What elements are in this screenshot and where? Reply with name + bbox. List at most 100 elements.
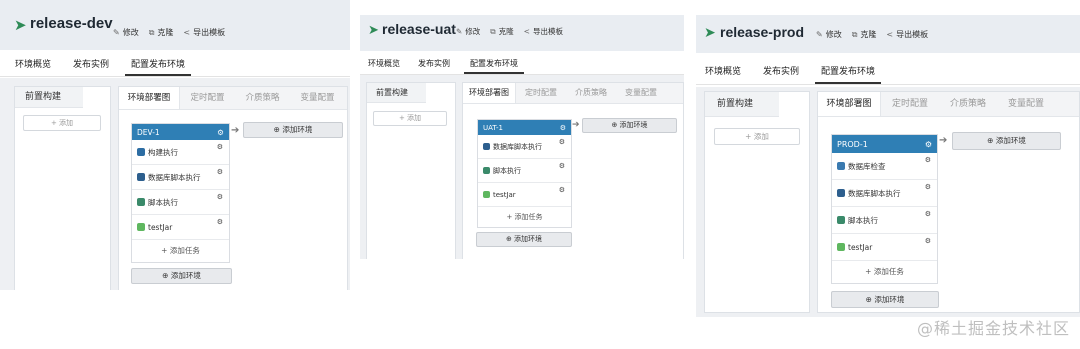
gear-icon[interactable]: ⚙ [217,168,223,176]
deploy-tabs: 环境部署图 定时配置 介质策略 变量配置 [463,83,683,104]
clone-action[interactable]: ⧉ 克隆 [852,29,877,40]
export-template-action[interactable]: < 导出模板 [183,27,225,38]
gear-icon[interactable]: ⚙ [217,143,223,151]
add-env-bottom-button[interactable]: ⊕ 添加环境 [476,232,572,247]
task-row[interactable]: 构建执行 ⚙ [132,140,229,165]
gear-icon[interactable]: ⚙ [925,237,931,245]
add-env-label: 添加环境 [874,295,905,304]
task-row[interactable]: testJar ⚙ [132,215,229,240]
add-task-button[interactable]: + 添加任务 [832,261,937,283]
clone-action[interactable]: ⧉ 克隆 [490,26,513,37]
add-env-label: 添加环境 [619,121,648,129]
task-row[interactable]: 数据库脚本执行 ⚙ [832,180,937,207]
pre-build-add-button[interactable]: + 添加 [714,128,800,145]
task-row[interactable]: testJar ⚙ [478,183,571,207]
tab-schedule[interactable]: 定时配置 [516,83,566,103]
task-label: 数据库脚本执行 [493,142,542,151]
gear-icon[interactable]: ⚙ [559,162,565,170]
gear-icon[interactable]: ⚙ [559,186,565,194]
arrow-right-icon: ➔ [939,135,948,146]
gear-icon[interactable]: ⚙ [925,210,931,218]
gear-icon[interactable]: ⚙ [925,156,931,164]
pipeline-header: ➤ release-dev ✎ 修改 ⧉ 克隆 < 导出模板 [0,0,350,50]
env-header[interactable]: UAT-1 ⚙ [478,120,571,135]
test-task-icon [137,223,145,231]
export-label: 导出模板 [532,27,563,36]
export-template-action[interactable]: < 导出模板 [524,26,563,37]
tab-config-env[interactable]: 配置发布环境 [815,60,882,84]
edit-action[interactable]: ✎ 修改 [816,29,842,40]
gear-icon[interactable]: ⚙ [217,193,223,201]
pre-build-add-button[interactable]: + 添加 [23,115,101,131]
task-row[interactable]: 数据库脚本执行 ⚙ [478,135,571,159]
tab-media-policy[interactable]: 介质策略 [235,87,290,109]
database-task-icon [837,189,845,197]
task-row[interactable]: 脚本执行 ⚙ [832,207,937,234]
add-env-bottom-button[interactable]: ⊕ 添加环境 [831,291,939,308]
pre-build-add-button[interactable]: + 添加 [373,111,447,126]
add-env-button[interactable]: ⊕ 添加环境 [243,122,343,138]
tab-schedule[interactable]: 定时配置 [180,87,235,109]
pre-build-panel: 前置构建 + 添加 [704,91,810,313]
task-row[interactable]: 数据库脚本执行 ⚙ [132,165,229,190]
database-task-icon [483,143,490,150]
export-label: 导出模板 [193,28,226,37]
gear-icon[interactable]: ⚙ [925,140,932,149]
tab-release-instance[interactable]: 发布实例 [757,60,805,84]
paper-plane-icon: ➤ [14,16,27,34]
add-env-label: 添加环境 [170,271,201,280]
header-actions: ✎ 修改 ⧉ 克隆 < 导出模板 [816,29,928,40]
export-template-action[interactable]: < 导出模板 [886,29,928,40]
tab-config-env[interactable]: 配置发布环境 [464,54,524,74]
export-label: 导出模板 [896,30,929,39]
db-check-task-icon [837,162,845,170]
clone-action[interactable]: ⧉ 克隆 [149,27,174,38]
pipeline-header: ➤ release-uat ✎ 修改 ⧉ 克隆 < 导出模板 [360,15,684,51]
add-task-button[interactable]: + 添加任务 [132,240,229,262]
gear-icon[interactable]: ⚙ [560,124,566,132]
task-row[interactable]: 脚本执行 ⚙ [478,159,571,183]
tab-variables[interactable]: 变量配置 [997,92,1055,116]
deploy-tabs: 环境部署图 定时配置 介质策略 变量配置 [119,87,347,110]
tab-media-policy[interactable]: 介质策略 [566,83,616,103]
tab-config-env[interactable]: 配置发布环境 [125,54,192,76]
add-env-label: 添加环境 [995,136,1026,145]
tab-deploy-graph[interactable]: 环境部署图 [818,92,881,116]
pre-build-title: 前置构建 [367,83,426,103]
main-nav: 环境概览 发布实例 配置发布环境 [696,60,1080,85]
clone-label: 克隆 [157,28,174,37]
edit-action[interactable]: ✎ 修改 [113,27,139,38]
tab-env-overview[interactable]: 环境概览 [9,54,57,76]
gear-icon[interactable]: ⚙ [559,138,565,146]
add-env-bottom-button[interactable]: ⊕ 添加环境 [131,268,232,284]
task-row[interactable]: 脚本执行 ⚙ [132,190,229,215]
add-task-button[interactable]: + 添加任务 [478,207,571,227]
gear-icon[interactable]: ⚙ [217,218,223,226]
gear-icon[interactable]: ⚙ [925,183,931,191]
tab-env-overview[interactable]: 环境概览 [362,54,406,74]
add-env-button[interactable]: ⊕ 添加环境 [952,132,1061,150]
tab-media-policy[interactable]: 介质策略 [939,92,997,116]
task-row[interactable]: 数据库检查 ⚙ [832,153,937,180]
task-row[interactable]: testJar ⚙ [832,234,937,261]
env-header[interactable]: PROD-1 ⚙ [832,135,937,153]
tab-variables[interactable]: 变量配置 [290,87,345,109]
env-header[interactable]: DEV-1 ⚙ [132,124,229,140]
edit-icon: ✎ [456,27,463,36]
tab-deploy-graph[interactable]: 环境部署图 [463,83,516,103]
tab-deploy-graph[interactable]: 环境部署图 [119,87,180,109]
gear-icon[interactable]: ⚙ [217,128,224,137]
copy-icon: ⧉ [851,29,858,39]
add-env-button[interactable]: ⊕ 添加环境 [582,118,677,133]
pipeline-header: ➤ release-prod ✎ 修改 ⧉ 克隆 < 导出模板 [696,15,1080,53]
tab-env-overview[interactable]: 环境概览 [699,60,747,84]
copy-icon: ⧉ [148,27,155,37]
tab-schedule[interactable]: 定时配置 [881,92,939,116]
tab-release-instance[interactable]: 发布实例 [412,54,456,74]
share-icon: < [886,30,894,39]
tab-variables[interactable]: 变量配置 [616,83,666,103]
edit-icon: ✎ [113,28,120,37]
panel-release-prod: ➤ release-prod ✎ 修改 ⧉ 克隆 < 导出模板 环境概览 发布实例 配… [696,15,1080,317]
edit-action[interactable]: ✎ 修改 [456,26,480,37]
tab-release-instance[interactable]: 发布实例 [67,54,115,76]
